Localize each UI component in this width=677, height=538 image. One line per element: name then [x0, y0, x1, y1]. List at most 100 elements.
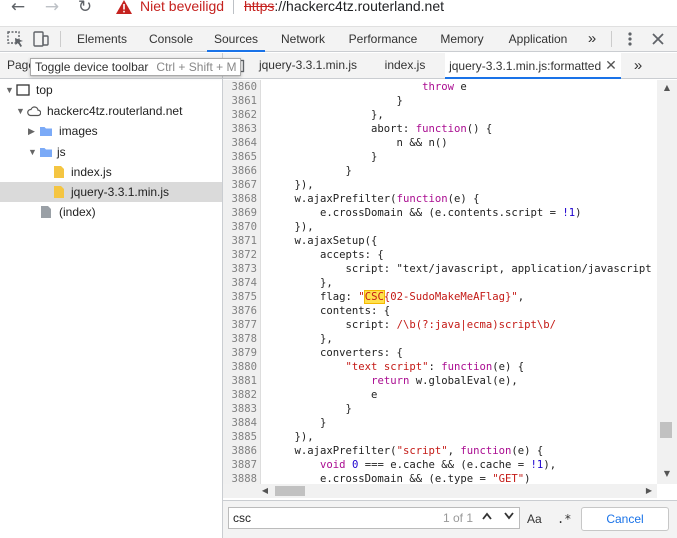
tab-performance[interactable]: Performance [340, 27, 426, 52]
scroll-down-arrow-icon[interactable]: ▼ [657, 468, 677, 480]
line-number[interactable]: 3887 [223, 458, 257, 472]
expanded-triangle-icon[interactable]: ▼ [28, 142, 38, 162]
code-editor[interactable]: 3860 throw e 3861 } 3862 }, 3863 abort: fun… [223, 80, 677, 498]
tree-item-index[interactable]: (index) [0, 202, 222, 222]
line-number[interactable]: 3876 [223, 304, 257, 318]
line-number[interactable]: 3867 [223, 178, 257, 192]
scroll-left-arrow-icon[interactable]: ◀ [259, 485, 271, 497]
back-arrow-icon[interactable]: ← [6, 0, 30, 19]
script-file-icon [54, 186, 64, 198]
line-number[interactable]: 3864 [223, 136, 257, 150]
line-number[interactable]: 3882 [223, 388, 257, 402]
line-number[interactable]: 3875 [223, 290, 257, 304]
editor-tab-index-js[interactable]: index.js [373, 53, 437, 79]
url-host: ://hackerc4tz.routerland.net [274, 0, 445, 14]
line-number[interactable]: 3881 [223, 374, 257, 388]
collapsed-triangle-icon[interactable]: ▶ [28, 121, 38, 141]
editor-tab-jquery-min[interactable]: jquery-3.3.1.min.js [255, 53, 361, 79]
warning-triangle-icon[interactable] [116, 0, 132, 14]
line-number[interactable]: 3886 [223, 444, 257, 458]
horizontal-scroll-thumb[interactable] [275, 486, 305, 496]
line-number[interactable]: 3877 [223, 318, 257, 332]
close-tab-icon[interactable]: ✕ [605, 57, 617, 73]
line-number[interactable]: 3865 [223, 150, 257, 164]
line-number[interactable]: 3885 [223, 430, 257, 444]
match-case-button[interactable]: Aa [527, 509, 547, 529]
previous-match-button[interactable] [477, 508, 497, 528]
file-tree: ▼ top ▼ hackerc4tz.routerland.net ▶ imag… [0, 80, 222, 538]
line-number[interactable]: 3874 [223, 276, 257, 290]
line-number[interactable]: 3873 [223, 262, 257, 276]
more-editor-tabs-button[interactable]: » [627, 53, 649, 79]
editor-tab-label: jquery-3.3.1.min.js:formatted [449, 59, 602, 73]
folder-icon [40, 148, 52, 157]
code-text: } [269, 95, 403, 107]
close-devtools-icon[interactable] [648, 30, 668, 48]
code-text: }, [269, 333, 333, 345]
line-number[interactable]: 3879 [223, 346, 257, 360]
tree-item-index-js[interactable]: index.js [0, 162, 222, 182]
search-match-highlight: CSC [363, 290, 385, 304]
line-number[interactable]: 3868 [223, 192, 257, 206]
line-number[interactable]: 3866 [223, 164, 257, 178]
tab-elements[interactable]: Elements [69, 27, 135, 52]
next-match-button[interactable] [499, 508, 519, 528]
device-toolbar-icon[interactable] [31, 30, 51, 48]
tree-label: jquery-3.3.1.min.js [71, 185, 170, 199]
code-text: }), [269, 179, 314, 191]
line-number[interactable]: 3863 [223, 122, 257, 136]
line-number[interactable]: 3870 [223, 220, 257, 234]
document-file-icon [41, 206, 51, 218]
tree-label: images [59, 124, 98, 138]
vertical-scroll-thumb[interactable] [660, 422, 672, 438]
regex-button[interactable]: .* [557, 509, 577, 529]
line-number[interactable]: 3883 [223, 402, 257, 416]
line-number[interactable]: 3860 [223, 80, 257, 94]
code-text: flag: "CSC{02-SudoMakeMeAFlag}", [269, 290, 525, 304]
toolbar-separator [60, 31, 61, 47]
line-number[interactable]: 3884 [223, 416, 257, 430]
cancel-button[interactable]: Cancel [581, 507, 669, 531]
scroll-up-arrow-icon[interactable]: ▲ [657, 82, 677, 94]
tree-item-images[interactable]: ▶ images [0, 121, 222, 141]
search-box: 1 of 1 [228, 507, 520, 529]
tab-application[interactable]: Application [500, 27, 576, 52]
line-number[interactable]: 3878 [223, 332, 257, 346]
line-number[interactable]: 3869 [223, 206, 257, 220]
tab-network[interactable]: Network [272, 27, 334, 52]
expanded-triangle-icon[interactable]: ▼ [16, 101, 26, 121]
code-text: abort: function() { [269, 123, 493, 135]
tab-console[interactable]: Console [140, 27, 202, 52]
code-text: } [269, 165, 352, 177]
tab-memory[interactable]: Memory [432, 27, 492, 52]
line-number[interactable]: 3880 [223, 360, 257, 374]
tree-item-top[interactable]: ▼ top [0, 80, 222, 100]
editor-tab-jquery-formatted[interactable]: jquery-3.3.1.min.js:formatted ✕ [445, 53, 621, 79]
search-input[interactable] [229, 508, 429, 528]
expanded-triangle-icon[interactable]: ▼ [5, 80, 15, 100]
kebab-menu-icon[interactable] [620, 30, 640, 48]
code-text: return w.globalEval(e), [371, 375, 518, 387]
line-number[interactable]: 3862 [223, 108, 257, 122]
more-tabs-button[interactable]: » [582, 27, 602, 52]
not-secure-label[interactable]: Niet beveiligd [140, 0, 224, 14]
scroll-right-arrow-icon[interactable]: ▶ [643, 485, 655, 497]
forward-arrow-icon[interactable]: → [40, 0, 64, 19]
tree-item-js[interactable]: ▼ js [0, 142, 222, 162]
tree-item-domain[interactable]: ▼ hackerc4tz.routerland.net [0, 101, 222, 121]
line-number[interactable]: 3872 [223, 248, 257, 262]
reload-icon[interactable]: ↻ [73, 0, 97, 19]
tree-label: js [57, 145, 66, 159]
url-text[interactable]: https://hackerc4tz.routerland.net [244, 0, 444, 14]
vertical-scrollbar[interactable]: ▲ ▼ [657, 80, 677, 484]
line-number[interactable]: 3861 [223, 94, 257, 108]
folder-icon [40, 127, 52, 136]
tab-sources[interactable]: Sources [207, 27, 265, 52]
tab-page[interactable]: Page [0, 53, 35, 79]
line-number[interactable]: 3871 [223, 234, 257, 248]
code-text: n && n() [269, 137, 448, 149]
tree-item-jquery[interactable]: jquery-3.3.1.min.js [0, 182, 222, 202]
editor-tab-strip: jquery-3.3.1.min.js index.js jquery-3.3.… [223, 53, 677, 79]
inspect-element-icon[interactable] [6, 30, 26, 48]
horizontal-scrollbar[interactable]: ◀ ▶ [223, 484, 657, 498]
